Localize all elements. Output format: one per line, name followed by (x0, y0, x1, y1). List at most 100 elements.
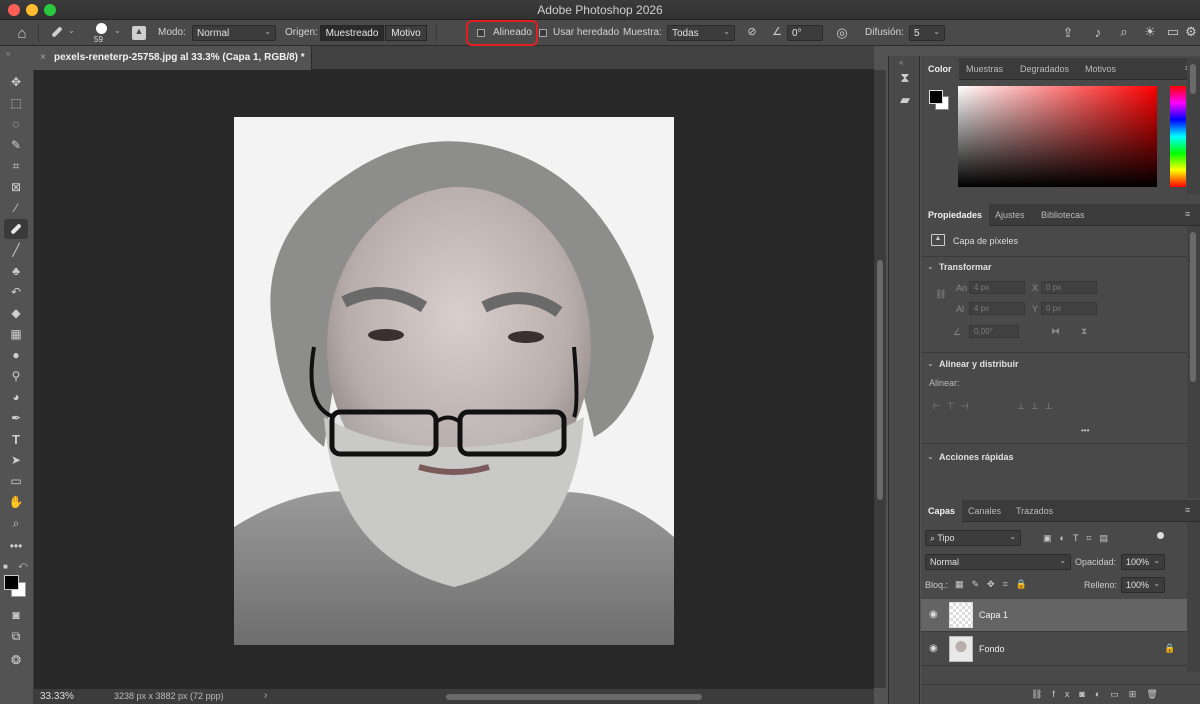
quick-selection-tool-icon[interactable]: ✎ (4, 135, 28, 155)
lock-buttons-group[interactable]: ▦✎✥⌗🔒 (955, 579, 1035, 590)
comments-panel-icon[interactable]: ▰ (897, 92, 913, 108)
distribute-buttons-group[interactable]: ⊥⊥⊥ (1017, 401, 1059, 412)
close-tab-icon[interactable]: × (40, 52, 46, 63)
discover-icon[interactable]: ☀ (1142, 24, 1158, 40)
y-field[interactable]: 0 px (1041, 302, 1097, 315)
scrollbar-thumb[interactable] (1190, 64, 1196, 94)
pen-tool-icon[interactable]: ✒ (4, 408, 28, 428)
history-brush-tool-icon[interactable]: ↶ (4, 282, 28, 302)
gradient-tool-icon[interactable]: ▦ (4, 324, 28, 344)
status-menu-arrow[interactable]: › (264, 690, 267, 701)
healing-brush-tool-icon[interactable] (4, 219, 28, 239)
type-tool-icon[interactable]: T (4, 429, 28, 449)
tab-swatches[interactable]: Muestras (959, 58, 1010, 80)
tab-patterns[interactable]: Motivos (1078, 58, 1123, 80)
x-field[interactable]: 0 px (1041, 281, 1097, 294)
source-sampled-button[interactable]: Muestreado (320, 25, 384, 41)
lasso-tool-icon[interactable]: ◌ (4, 114, 28, 134)
brush-settings-icon[interactable]: ▲ (132, 26, 146, 40)
layer-name[interactable]: Capa 1 (979, 610, 1008, 620)
scrollbar-thumb[interactable] (1190, 232, 1196, 382)
search-icon[interactable]: ⌕ (1116, 24, 1132, 40)
tab-layers[interactable]: Capas (921, 500, 963, 522)
panel-menu-icon[interactable]: ≡ (1185, 209, 1190, 219)
use-legacy-checkbox[interactable] (539, 29, 547, 37)
mode-select[interactable]: Normal ⌄ (192, 25, 276, 41)
pressure-icon[interactable]: ◎ (834, 25, 850, 41)
width-field[interactable]: 4 px (969, 281, 1025, 294)
aligned-checkbox[interactable] (477, 29, 485, 37)
frame-tool-icon[interactable]: ⊠ (4, 177, 28, 197)
eye-icon[interactable]: ◉ (929, 643, 938, 654)
angle-input[interactable]: 0° (787, 25, 823, 41)
zoom-level[interactable]: 33.33% (40, 691, 74, 702)
angle-field[interactable]: 0,00° (969, 325, 1019, 338)
color-panel-scrollbar[interactable] (1187, 58, 1200, 194)
height-field[interactable]: 4 px (969, 302, 1025, 315)
transform-title[interactable]: Transformar (939, 262, 992, 272)
share-icon[interactable]: ⇪ (1060, 25, 1076, 41)
rectangle-tool-icon[interactable]: ▭ (4, 471, 28, 491)
home-icon[interactable]: ⌂ (12, 25, 32, 42)
chevron-down-icon[interactable]: ⌄ (68, 26, 75, 35)
diffusion-select[interactable]: 5 ⌄ (909, 25, 945, 41)
layer-filter-select[interactable]: ⌕ Tipo ⌄ (925, 530, 1021, 546)
brush-tool-icon[interactable]: ╱ (4, 240, 28, 260)
color-picker-field[interactable] (958, 86, 1157, 187)
more-tools-icon[interactable]: ••• (4, 536, 28, 556)
tab-properties[interactable]: Propiedades (921, 204, 990, 226)
zoom-tool-icon[interactable]: ⌕ (4, 513, 28, 533)
blend-mode-select[interactable]: Normal ⌄ (925, 554, 1071, 570)
dodge-tool-icon[interactable]: ⚲ (4, 366, 28, 386)
chevron-down-icon[interactable]: ⌄ (114, 26, 121, 35)
collapse-icon[interactable]: » (6, 49, 10, 58)
more-options-icon[interactable]: ••• (1081, 426, 1089, 435)
layer-row-fondo[interactable]: ◉ Fondo 🔒 (921, 633, 1187, 666)
layer-filter-icons[interactable]: ▣◐T⌗▤ (1043, 533, 1116, 544)
clone-stamp-tool-icon[interactable]: ♣ (4, 261, 28, 281)
tab-gradients[interactable]: Degradados (1013, 58, 1076, 80)
expand-panels-icon[interactable]: « (899, 58, 903, 67)
sample-select[interactable]: Todas ⌄ (667, 25, 735, 41)
generative-icon[interactable]: ❂ (4, 650, 28, 670)
marquee-tool-icon[interactable]: ⬚ (4, 93, 28, 113)
workspace-icon[interactable]: ▭ (1165, 24, 1181, 40)
panel-menu-icon[interactable]: ≡ (1185, 505, 1190, 515)
hand-tool-icon[interactable]: ✋ (4, 492, 28, 512)
chevron-down-icon[interactable]: ⌄ (927, 262, 934, 271)
layers-panel-scrollbar[interactable] (1187, 522, 1200, 672)
filter-toggle-icon[interactable] (1157, 532, 1164, 539)
zoom-lens-tool-icon[interactable]: ◕ (4, 387, 28, 407)
settings-icon[interactable]: ⚙ (1184, 24, 1198, 40)
chevron-down-icon[interactable]: ⌄ (927, 359, 934, 368)
chevron-down-icon[interactable]: ⌄ (927, 452, 934, 461)
tab-adjustments[interactable]: Ajustes (988, 204, 1032, 226)
hue-slider[interactable] (1170, 86, 1186, 187)
layer-name[interactable]: Fondo (979, 644, 1005, 654)
flip-vertical-icon[interactable]: ⧗ (1081, 326, 1087, 337)
link-icon[interactable]: ⛓ (935, 289, 946, 300)
eyedropper-tool-icon[interactable]: ⁄ (4, 198, 28, 218)
brush-tip-icon[interactable] (96, 23, 107, 34)
properties-panel-scrollbar[interactable] (1187, 226, 1200, 498)
blur-tool-icon[interactable]: ● (4, 345, 28, 365)
document-tab[interactable]: × pexels-reneterp-25758.jpg al 33.3% (Ca… (34, 46, 312, 70)
ignore-adjustment-layers-icon[interactable]: ⊘ (744, 25, 760, 38)
quick-mask-icon[interactable]: ◙ (4, 605, 28, 625)
horizontal-scrollbar-thumb[interactable] (446, 694, 702, 700)
eye-icon[interactable]: ◉ (929, 609, 938, 620)
layer-actions-group[interactable]: ⛓fx◙◐▭⊞🗑 (1031, 689, 1168, 700)
move-tool-icon[interactable]: ✥ (4, 72, 28, 92)
canvas-area[interactable] (34, 70, 874, 688)
layer-row-capa-1[interactable]: ◉ Capa 1 (921, 599, 1187, 632)
vertical-scrollbar[interactable] (874, 70, 886, 688)
align-title[interactable]: Alinear y distribuir (939, 359, 1019, 369)
swap-colors-icon[interactable]: ⤺ (18, 560, 28, 571)
default-colors-icon[interactable]: ■ (3, 562, 8, 571)
portrait-image[interactable] (234, 117, 674, 645)
color-foreground-swatch[interactable] (929, 90, 943, 104)
quick-actions-title[interactable]: Acciones rápidas (939, 452, 1014, 462)
eraser-tool-icon[interactable]: ◆ (4, 303, 28, 323)
flip-horizontal-icon[interactable]: ⧓ (1051, 326, 1060, 337)
healing-brush-preset-icon[interactable] (48, 25, 66, 42)
